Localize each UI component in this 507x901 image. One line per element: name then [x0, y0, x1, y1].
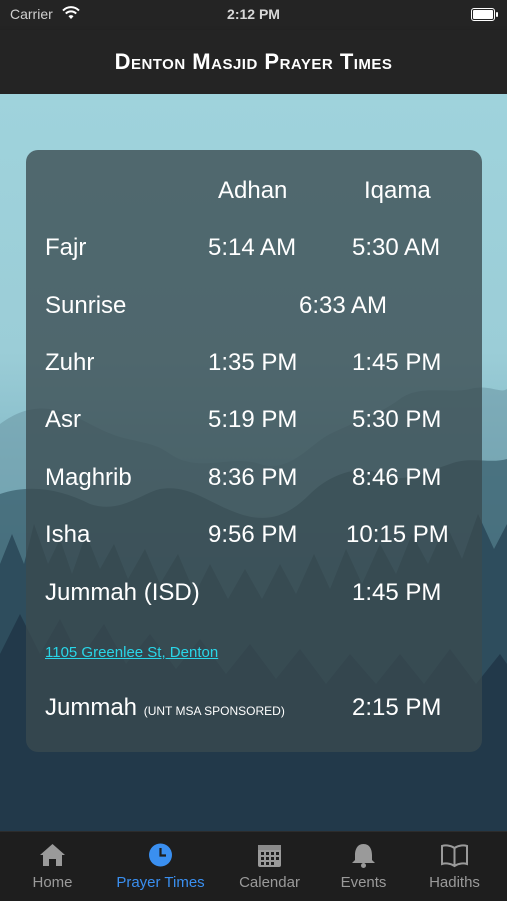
- tab-hadiths[interactable]: Hadiths: [404, 832, 505, 901]
- tab-label: Hadiths: [429, 874, 480, 891]
- tab-label: Prayer Times: [116, 874, 205, 891]
- prayer-name: Fajr: [45, 234, 87, 261]
- prayer-name: Jummah (ISD): [45, 579, 200, 606]
- clock-icon: [149, 843, 172, 867]
- prayer-times-card: Adhan Iqama Fajr 5:14 AM 5:30 AM Sunrise…: [26, 150, 482, 752]
- prayer-row-maghrib: Maghrib 8:36 PM 8:46 PM: [26, 464, 482, 504]
- adhan-column-header: Adhan: [218, 177, 288, 204]
- clock-time: 2:12 PM: [227, 6, 280, 22]
- adhan-time: 9:56 PM: [208, 521, 298, 548]
- prayer-name: Isha: [45, 521, 91, 548]
- prayer-name-jummah: Jummah (UNT MSA SPONSORED): [45, 694, 285, 722]
- status-bar: Carrier 2:12 PM: [0, 0, 507, 30]
- prayer-row-fajr: Fajr 5:14 AM 5:30 AM: [26, 234, 482, 274]
- prayer-name: Jummah: [45, 694, 138, 721]
- tab-bar: Home Prayer Times Calendar Events Hadith…: [0, 831, 507, 901]
- iqama-time: 5:30 PM: [352, 406, 442, 433]
- page-title: Denton Masjid Prayer Times: [114, 49, 393, 74]
- app-header: Denton Masjid Prayer Times: [0, 30, 507, 94]
- book-icon: [441, 844, 468, 868]
- home-icon: [40, 844, 65, 866]
- prayer-name: Zuhr: [45, 349, 95, 376]
- tab-label: Calendar: [239, 874, 300, 891]
- prayer-row-jummah-isd: Jummah (ISD) 1:45 PM: [26, 579, 482, 619]
- prayer-name: Asr: [45, 406, 81, 433]
- prayer-row-jummah-unt: Jummah (UNT MSA SPONSORED) 2:15 PM: [26, 694, 482, 734]
- prayer-row-zuhr: Zuhr 1:35 PM 1:45 PM: [26, 349, 482, 389]
- calendar-icon: [258, 845, 281, 867]
- prayer-row-sunrise: Sunrise 6:33 AM: [26, 292, 482, 332]
- prayer-row-isha: Isha 9:56 PM 10:15 PM: [26, 521, 482, 561]
- prayer-name: Maghrib: [45, 464, 132, 491]
- tab-label: Home: [32, 874, 73, 891]
- iqama-time: 5:30 AM: [352, 234, 441, 261]
- adhan-time: 5:14 AM: [208, 234, 297, 261]
- sponsor-note: (UNT MSA SPONSORED): [143, 704, 285, 718]
- tab-prayer-times[interactable]: Prayer Times: [110, 832, 211, 901]
- address-link[interactable]: 1105 Greenlee St, Denton: [45, 644, 218, 661]
- table-header-row: Adhan Iqama: [26, 177, 482, 217]
- bell-icon: [352, 844, 375, 868]
- adhan-time: 1:35 PM: [208, 349, 298, 376]
- tab-home[interactable]: Home: [2, 832, 103, 901]
- tab-events[interactable]: Events: [313, 832, 414, 901]
- iqama-time: 10:15 PM: [346, 521, 449, 548]
- iqama-time: 2:15 PM: [352, 694, 442, 721]
- iqama-time: 8:46 PM: [352, 464, 442, 491]
- iqama-time: 1:45 PM: [352, 579, 442, 606]
- battery-icon: [471, 8, 498, 21]
- adhan-time: 5:19 PM: [208, 406, 298, 433]
- iqama-column-header: Iqama: [364, 177, 431, 204]
- sunrise-time: 6:33 AM: [298, 292, 388, 319]
- tab-label: Events: [340, 874, 387, 891]
- tab-calendar[interactable]: Calendar: [219, 832, 320, 901]
- adhan-time: 8:36 PM: [208, 464, 298, 491]
- prayer-row-asr: Asr 5:19 PM 5:30 PM: [26, 406, 482, 446]
- iqama-time: 1:45 PM: [352, 349, 442, 376]
